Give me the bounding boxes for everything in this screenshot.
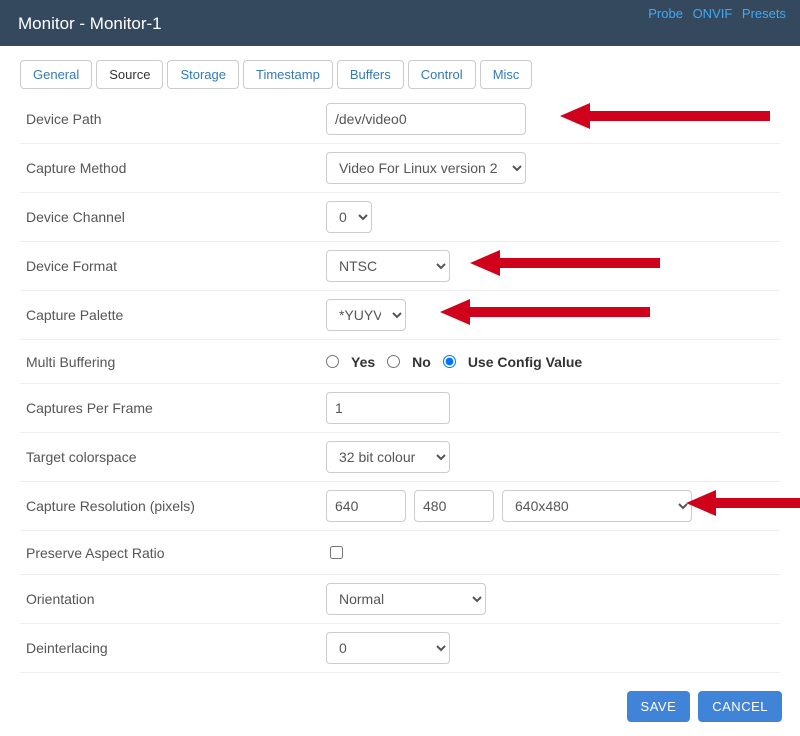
select-capture-method[interactable]: Video For Linux version 2 bbox=[326, 152, 526, 184]
select-device-format[interactable]: NTSC bbox=[326, 250, 450, 282]
row-device-path: Device Path bbox=[20, 95, 780, 144]
header-bar: Probe ONVIF Presets Monitor - Monitor-1 bbox=[0, 0, 800, 46]
tab-general[interactable]: General bbox=[20, 60, 92, 89]
select-target-colorspace[interactable]: 32 bit colour bbox=[326, 441, 450, 473]
tab-timestamp[interactable]: Timestamp bbox=[243, 60, 333, 89]
tab-control[interactable]: Control bbox=[408, 60, 476, 89]
row-device-format: Device Format NTSC bbox=[20, 242, 780, 291]
radio-config[interactable] bbox=[443, 355, 456, 368]
input-captures-per-frame[interactable] bbox=[326, 392, 450, 424]
label-device-channel: Device Channel bbox=[26, 209, 326, 225]
row-deinterlacing: Deinterlacing 0 bbox=[20, 624, 780, 673]
input-res-height[interactable] bbox=[414, 490, 494, 522]
label-device-format: Device Format bbox=[26, 258, 326, 274]
tab-misc[interactable]: Misc bbox=[480, 60, 533, 89]
radio-no[interactable] bbox=[387, 355, 400, 368]
tab-buffers[interactable]: Buffers bbox=[337, 60, 404, 89]
select-orientation[interactable]: Normal bbox=[326, 583, 486, 615]
probe-link[interactable]: Probe bbox=[648, 6, 683, 21]
presets-link[interactable]: Presets bbox=[742, 6, 786, 21]
tab-source[interactable]: Source bbox=[96, 60, 163, 89]
radio-group-multi-buffering: Yes No Use Config Value bbox=[326, 354, 774, 370]
label-orientation: Orientation bbox=[26, 591, 326, 607]
select-res-preset[interactable]: 640x480 bbox=[502, 490, 692, 522]
label-preserve-aspect: Preserve Aspect Ratio bbox=[26, 545, 326, 561]
content-area: General Source Storage Timestamp Buffers… bbox=[0, 46, 800, 681]
footer-buttons: SAVE CANCEL bbox=[0, 681, 800, 736]
cancel-button[interactable]: CANCEL bbox=[698, 691, 782, 722]
radio-label-config: Use Config Value bbox=[468, 354, 582, 370]
radio-label-no: No bbox=[412, 354, 431, 370]
row-capture-palette: Capture Palette *YUYV bbox=[20, 291, 780, 340]
label-captures-per-frame: Captures Per Frame bbox=[26, 400, 326, 416]
label-deinterlacing: Deinterlacing bbox=[26, 640, 326, 656]
label-capture-resolution: Capture Resolution (pixels) bbox=[26, 498, 326, 514]
row-preserve-aspect: Preserve Aspect Ratio bbox=[20, 531, 780, 575]
save-button[interactable]: SAVE bbox=[627, 691, 691, 722]
select-device-channel[interactable]: 0 bbox=[326, 201, 372, 233]
row-target-colorspace: Target colorspace 32 bit colour bbox=[20, 433, 780, 482]
radio-label-yes: Yes bbox=[351, 354, 375, 370]
row-multi-buffering: Multi Buffering Yes No Use Config Value bbox=[20, 340, 780, 384]
row-capture-resolution: Capture Resolution (pixels) 640x480 bbox=[20, 482, 780, 531]
tab-bar: General Source Storage Timestamp Buffers… bbox=[20, 60, 780, 89]
row-device-channel: Device Channel 0 bbox=[20, 193, 780, 242]
select-capture-palette[interactable]: *YUYV bbox=[326, 299, 406, 331]
label-multi-buffering: Multi Buffering bbox=[26, 354, 326, 370]
onvif-link[interactable]: ONVIF bbox=[693, 6, 733, 21]
label-capture-method: Capture Method bbox=[26, 160, 326, 176]
label-device-path: Device Path bbox=[26, 111, 326, 127]
row-orientation: Orientation Normal bbox=[20, 575, 780, 624]
checkbox-preserve-aspect[interactable] bbox=[330, 546, 343, 559]
row-captures-per-frame: Captures Per Frame bbox=[20, 384, 780, 433]
label-capture-palette: Capture Palette bbox=[26, 307, 326, 323]
header-links: Probe ONVIF Presets bbox=[642, 6, 786, 21]
input-device-path[interactable] bbox=[326, 103, 526, 135]
label-target-colorspace: Target colorspace bbox=[26, 449, 326, 465]
select-deinterlacing[interactable]: 0 bbox=[326, 632, 450, 664]
input-res-width[interactable] bbox=[326, 490, 406, 522]
row-capture-method: Capture Method Video For Linux version 2 bbox=[20, 144, 780, 193]
tab-storage[interactable]: Storage bbox=[167, 60, 239, 89]
radio-yes[interactable] bbox=[326, 355, 339, 368]
